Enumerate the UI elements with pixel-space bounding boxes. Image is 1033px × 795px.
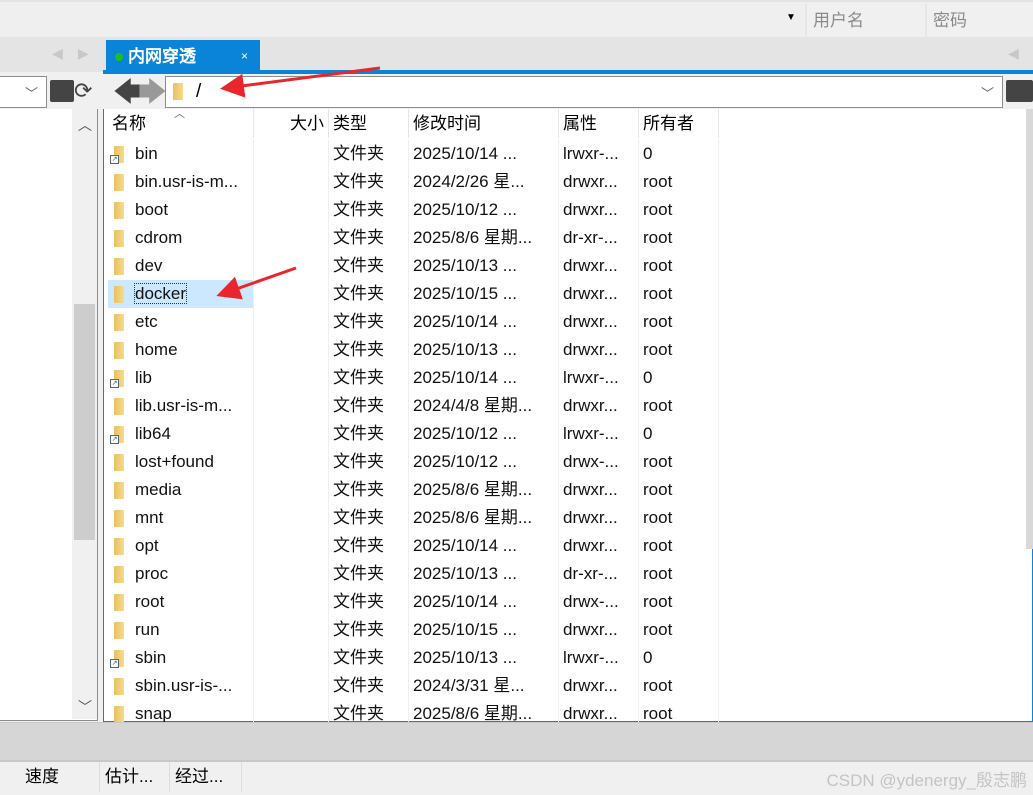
annotation-arrow-path: [220, 66, 381, 98]
annotation-arrow-docker: [216, 266, 297, 300]
annotation-arrows: [216, 66, 381, 300]
